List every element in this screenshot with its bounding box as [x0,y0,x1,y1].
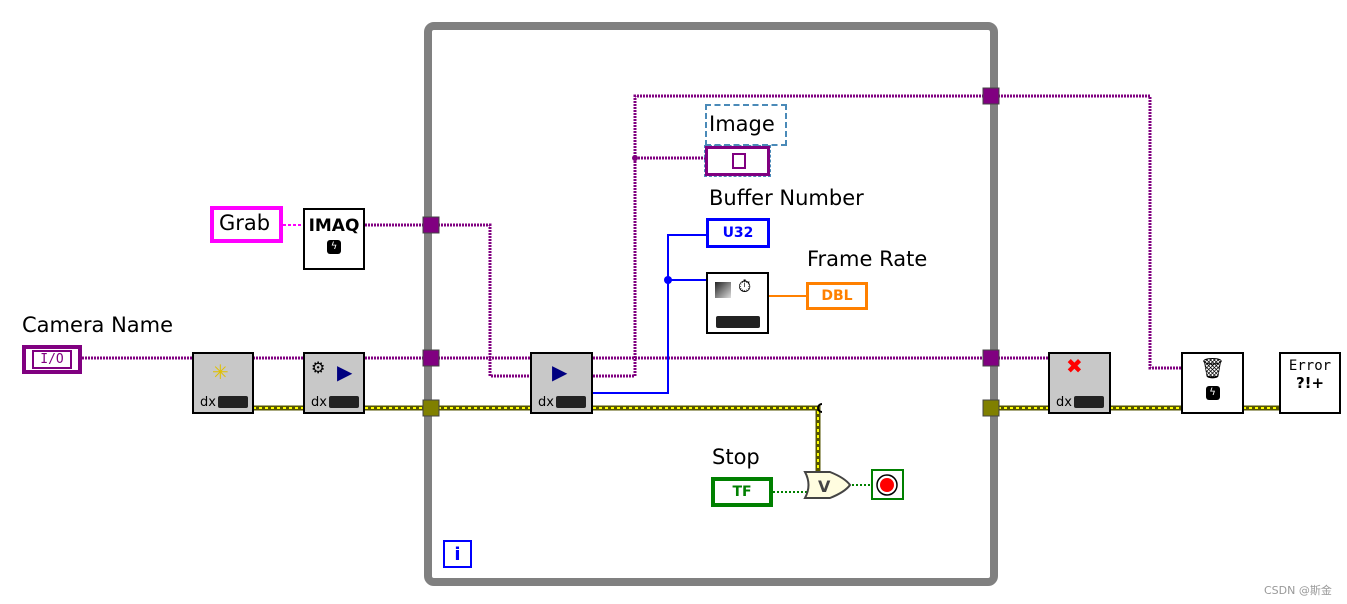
imaq-label: IMAQ [308,216,360,236]
loop-iteration-terminal: i [443,540,472,568]
dx-label: dx [200,395,216,410]
play-icon: ▶ [337,360,353,384]
wires-layer: V [82,22,1279,586]
trash-icon: 🗑 [1199,356,1226,380]
stop-dot-icon [880,478,894,492]
image-out-wire[interactable] [593,94,984,378]
io-type-label: I/O [32,350,72,369]
camera-name-control[interactable]: I/O [22,345,82,374]
tunnel-imaq-in[interactable] [422,216,440,234]
camera-icon [716,316,760,328]
frame-rate-label: Frame Rate [807,247,928,271]
configure-icon: ⚙ [311,358,326,377]
dx-label: dx [538,395,554,410]
error-wire-to-or[interactable] [593,407,819,472]
imaqdx-frame-rate-node[interactable]: ⏱ [706,272,769,334]
new-file-icon: ✳ [212,360,229,384]
buffer-junction [664,276,672,284]
tunnel-session-out[interactable] [982,349,1000,367]
grab-constant[interactable]: Grab [210,206,283,243]
buffer-number-indicator[interactable]: U32 [706,218,770,248]
image-indicator[interactable] [704,145,771,177]
camera-icon [1074,396,1104,408]
play-icon: ▶ [552,360,568,384]
tunnel-error-out[interactable] [982,399,1000,417]
tunnel-session-in[interactable] [422,349,440,367]
camera-name-label: Camera Name [22,313,174,337]
gradient-icon [715,282,731,298]
frame-rate-indicator[interactable]: DBL [806,282,868,310]
image-exit-wire[interactable] [998,94,1181,370]
watermark: CSDN @斯金 [1264,584,1332,597]
image-junction [632,155,638,161]
imaqdx-close-camera-node[interactable]: ✖ dx [1048,352,1111,414]
image-label: Image [705,104,787,146]
close-x-icon: ✖ [1066,354,1083,378]
stop-button-control[interactable]: TF [711,477,773,507]
tunnel-image-out[interactable] [982,87,1000,105]
dx-label: dx [311,395,327,410]
imaq-create-node[interactable]: IMAQ ϟ [303,208,365,270]
stop-label: Stop [712,445,760,469]
lightning-icon: ϟ [1205,386,1220,400]
image-in-wire[interactable] [438,223,530,378]
simple-error-handler-node[interactable]: Error ?!+ [1279,352,1341,414]
dx-label: dx [1056,395,1072,410]
camera-icon [218,396,248,408]
camera-icon [556,396,586,408]
error-symbols: ?!+ [1295,374,1325,392]
lightning-icon: ϟ [327,240,341,254]
block-diagram: V i Grab IMAQ ϟ Camera Name I/O ✳ dx ⚙ ▶… [0,0,1347,604]
error-text: Error [1288,358,1332,374]
imaqdx-open-camera-node[interactable]: ✳ dx [192,352,254,414]
imaq-dispose-node[interactable]: 🗑 ϟ [1181,352,1244,414]
tunnel-error-in[interactable] [422,399,440,417]
stopwatch-icon: ⏱ [738,277,752,297]
imaqdx-configure-grab-node[interactable]: ⚙ ▶ dx [303,352,365,414]
buffer-number-wire[interactable] [593,234,706,394]
image-file-icon [732,153,746,169]
imaqdx-grab-node[interactable]: ▶ dx [530,352,593,414]
buffer-number-label: Buffer Number [709,186,864,210]
or-gate-label: V [818,477,831,496]
camera-icon [329,396,359,408]
